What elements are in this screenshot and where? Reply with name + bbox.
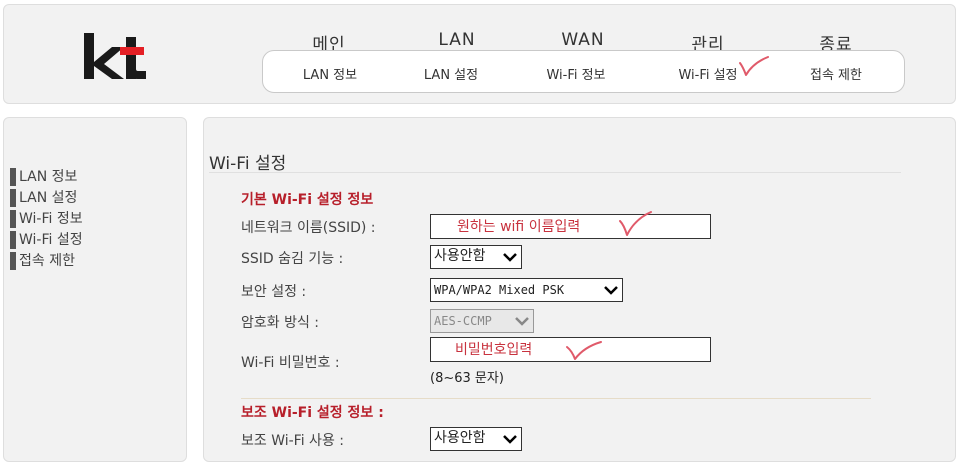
sub-wifi-section-title: 보조 Wi-Fi 설정 정보 : <box>241 405 384 421</box>
sub-wifi-use-select-value: 사용안함 <box>434 430 486 446</box>
sidebar-item-wifi-settings[interactable]: Wi-Fi 설정 <box>10 231 83 249</box>
sidebar-item-wifi-info[interactable]: Wi-Fi 정보 <box>10 210 83 228</box>
chevron-down-icon <box>515 317 529 326</box>
encryption-label: 암호화 방식 : <box>241 315 320 331</box>
sub-wifi-use-select[interactable]: 사용안함 <box>430 427 522 451</box>
sidebar-item-access-limit[interactable]: 접속 제한 <box>10 252 75 270</box>
wifi-password-label: Wi-Fi 비밀번호 : <box>241 355 340 371</box>
wifi-password-input-value: 비밀번호입력 <box>455 342 533 358</box>
password-length-hint: (8~63 문자) <box>430 371 504 386</box>
checkmark-annotation-icon <box>566 341 602 360</box>
chevron-down-icon <box>604 286 618 295</box>
ssid-input[interactable]: 원하는 wifi 이름입력 <box>430 214 711 239</box>
sub-menu-lan-info[interactable]: LAN 정보 <box>275 64 385 83</box>
ssid-hide-select-value: 사용안함 <box>434 248 486 264</box>
ssid-hide-label: SSID 숨김 기능 : <box>241 251 344 267</box>
encryption-select-value: AES-CCMP <box>434 314 492 328</box>
security-label: 보안 설정 : <box>241 284 307 300</box>
chevron-down-icon <box>503 253 517 262</box>
sub-menu-wifi-info[interactable]: Wi-Fi 정보 <box>521 64 631 83</box>
section-divider <box>241 398 871 399</box>
security-select-value: WPA/WPA2 Mixed PSK <box>434 283 565 297</box>
ssid-input-value: 원하는 wifi 이름입력 <box>457 219 581 235</box>
ssid-hide-select[interactable]: 사용안함 <box>430 245 522 269</box>
page-title: Wi-Fi 설정 <box>209 154 287 174</box>
main-content: Wi-Fi 설정 기본 Wi-Fi 설정 정보 네트워크 이름(SSID) : … <box>203 117 956 462</box>
chevron-down-icon <box>503 435 517 444</box>
checkmark-annotation-icon <box>739 56 769 76</box>
main-menu-lan[interactable]: LAN <box>407 30 507 50</box>
main-menu-wan[interactable]: WAN <box>533 30 633 50</box>
sidebar-item-lan-settings[interactable]: LAN 설정 <box>10 189 77 207</box>
top-header: 메인 LAN WAN 관리 종료 LAN 정보 LAN 설정 Wi-Fi 정보 … <box>3 4 956 104</box>
sub-menu: LAN 정보 LAN 설정 Wi-Fi 정보 Wi-Fi 설정 접속 제한 <box>262 50 905 93</box>
sub-wifi-use-label: 보조 Wi-Fi 사용 : <box>241 433 344 449</box>
title-divider <box>209 172 901 173</box>
sidebar: LAN 정보 LAN 설정 Wi-Fi 정보 Wi-Fi 설정 접속 제한 <box>3 117 187 462</box>
sidebar-item-lan-info[interactable]: LAN 정보 <box>10 168 77 186</box>
ssid-label: 네트워크 이름(SSID) : <box>241 220 376 236</box>
sub-menu-lan-settings[interactable]: LAN 설정 <box>396 64 506 83</box>
basic-wifi-section-title: 기본 Wi-Fi 설정 정보 <box>241 192 374 208</box>
checkmark-annotation-icon <box>619 211 652 236</box>
security-select[interactable]: WPA/WPA2 Mixed PSK <box>430 278 623 302</box>
kt-logo[interactable] <box>82 29 148 85</box>
encryption-select: AES-CCMP <box>430 309 534 333</box>
sub-menu-access-limit[interactable]: 접속 제한 <box>781 64 891 83</box>
